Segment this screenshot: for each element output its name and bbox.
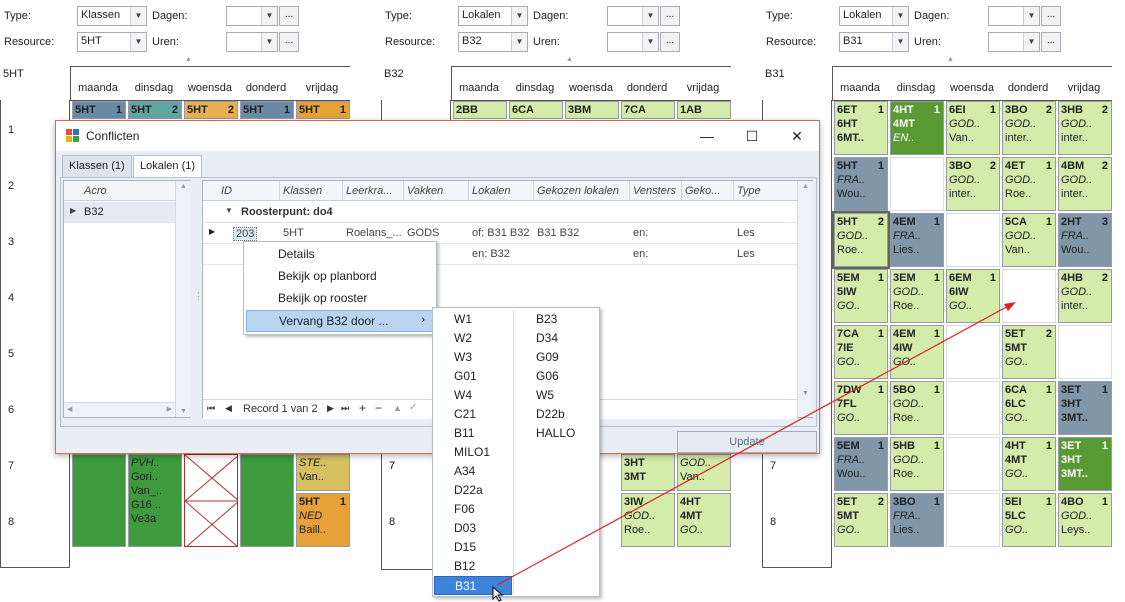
mouse-cursor-icon <box>492 586 504 602</box>
annotation-arrow <box>496 302 1016 586</box>
